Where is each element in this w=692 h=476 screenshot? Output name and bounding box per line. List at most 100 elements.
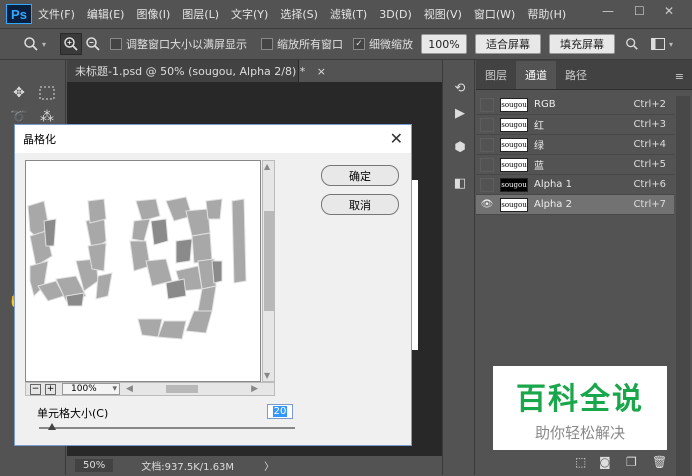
panel-menu-icon[interactable]: ≡ <box>675 70 684 83</box>
zoom-in-icon[interactable] <box>60 33 83 55</box>
visibility-toggle[interactable] <box>480 137 494 152</box>
load-selection-icon[interactable]: ⬚ <box>575 455 586 469</box>
dialog-title: 晶格化 <box>15 125 411 153</box>
channel-row-selected[interactable]: 👁 sougou Alpha 2 Ctrl+7 <box>476 195 674 215</box>
zoom-in-button[interactable]: + <box>45 383 56 395</box>
history-icon[interactable]: ⟲ <box>450 78 470 98</box>
marquee-tool-icon[interactable] <box>36 82 58 104</box>
zoom-select[interactable]: 100% ▾ <box>62 383 120 395</box>
preview-zoom-bar: − + 100% ▾ ◀ ▶ <box>25 382 275 396</box>
channel-row[interactable]: sougou RGB Ctrl+2 <box>476 95 674 115</box>
fill-screen-button[interactable]: 填充屏幕 <box>549 34 616 54</box>
preview-vertical-scrollbar[interactable]: ▲ ▼ <box>262 160 275 382</box>
tab-layers[interactable]: 图层 <box>476 61 516 89</box>
channel-name: RGB <box>534 99 556 110</box>
collapsed-panels-strip: ⟲ ▶ ⬢ ◧ <box>442 60 475 475</box>
channel-row[interactable]: sougou 绿 Ctrl+4 <box>476 135 674 155</box>
crystallize-dialog: 晶格化 ✕ ug ▲ ▼ − + 100% ▾ ◀ ▶ 确定 取消 单元格大小(… <box>14 124 412 446</box>
channel-name: Alpha 2 <box>534 199 572 210</box>
menu-type[interactable]: 文字(Y) <box>231 6 268 22</box>
cancel-button[interactable]: 取消 <box>321 194 399 215</box>
new-channel-icon[interactable]: ❐ <box>626 455 637 469</box>
document-tab-title: 未标题-1.psd @ 50% (sougou, Alpha 2/8) * <box>75 65 306 78</box>
menu-view[interactable]: 视图(V) <box>424 6 462 22</box>
zoom-percent-field[interactable]: 100% <box>421 34 468 54</box>
tab-paths[interactable]: 路径 <box>556 61 596 89</box>
menu-help[interactable]: 帮助(H) <box>527 6 566 22</box>
fit-screen-button[interactable]: 适合屏幕 <box>475 34 542 54</box>
actions-play-icon[interactable]: ▶ <box>450 103 470 123</box>
scroll-left-icon[interactable]: ◀ <box>126 384 133 394</box>
channel-thumbnail: sougou <box>500 117 528 132</box>
cell-size-slider-knob[interactable] <box>48 423 56 430</box>
menu-file[interactable]: 文件(F) <box>38 6 75 22</box>
channel-name: 蓝 <box>534 161 544 172</box>
close-window-button[interactable]: ✕ <box>664 4 674 18</box>
menu-edit[interactable]: 编辑(E) <box>87 6 125 22</box>
chevron-down-icon: ▾ <box>112 384 117 394</box>
close-icon[interactable]: ✕ <box>390 129 403 148</box>
menu-select[interactable]: 选择(S) <box>280 6 318 22</box>
zoom-all-label: 缩放所有窗口 <box>277 38 344 51</box>
visibility-toggle[interactable] <box>480 177 494 192</box>
watermark-logo: 百科全说 助你轻松解决 <box>493 366 667 450</box>
panel-scrollbar[interactable] <box>676 96 690 476</box>
visibility-toggle[interactable] <box>480 97 494 112</box>
zoom-all-checkbox[interactable] <box>261 38 274 50</box>
cell-size-label: 单元格大小(C) <box>37 407 109 420</box>
menu-image[interactable]: 图像(I) <box>136 6 170 22</box>
channel-row[interactable]: sougou 红 Ctrl+3 <box>476 115 674 135</box>
status-bar: 50% 文档:937.5K/1.63M 〉 <box>67 456 442 475</box>
channel-shortcut: Ctrl+2 <box>633 99 666 110</box>
channel-row[interactable]: sougou Alpha 1 Ctrl+6 <box>476 175 674 195</box>
status-zoom[interactable]: 50% <box>75 459 114 472</box>
visibility-toggle[interactable] <box>480 157 494 172</box>
channel-row[interactable]: sougou 蓝 Ctrl+5 <box>476 155 674 175</box>
eye-icon[interactable]: 👁 <box>480 198 494 212</box>
channel-shortcut: Ctrl+3 <box>633 119 666 130</box>
zoom-out-button[interactable]: − <box>30 383 41 395</box>
3d-icon[interactable]: ⬢ <box>450 137 470 157</box>
properties-icon[interactable]: ◧ <box>450 173 470 193</box>
channel-name: Alpha 1 <box>534 179 572 190</box>
channel-thumbnail: sougou <box>500 177 528 192</box>
workspace-icon[interactable] <box>647 33 669 55</box>
ok-button[interactable]: 确定 <box>321 165 399 186</box>
close-tab-icon[interactable]: × <box>317 65 326 78</box>
watermark-subtitle: 助你轻松解决 <box>534 423 625 442</box>
search-icon[interactable] <box>621 33 643 55</box>
maximize-button[interactable]: ☐ <box>634 4 645 18</box>
menu-window[interactable]: 窗口(W) <box>474 6 515 22</box>
menu-bar: Ps 文件(F) 编辑(E) 图像(I) 图层(L) 文字(Y) 选择(S) 滤… <box>0 0 692 28</box>
cell-size-input[interactable]: 20 <box>267 404 293 419</box>
preview-text: ug <box>26 161 28 162</box>
cell-size-slider[interactable] <box>39 427 295 429</box>
document-tab[interactable]: 未标题-1.psd @ 50% (sougou, Alpha 2/8) * × <box>67 60 326 82</box>
channel-shortcut: Ctrl+4 <box>633 139 666 150</box>
watermark-title: 百科全说 <box>516 381 644 417</box>
minimize-button[interactable]: — <box>602 4 614 18</box>
channel-thumbnail: sougou <box>500 97 528 112</box>
channel-shortcut: Ctrl+6 <box>633 179 666 190</box>
move-tool-icon[interactable]: ✥ <box>8 82 30 104</box>
status-menu-arrow[interactable]: 〉 <box>264 458 274 473</box>
channel-shortcut: Ctrl+7 <box>633 199 666 210</box>
visibility-toggle[interactable] <box>480 117 494 132</box>
scrubby-zoom-checkbox[interactable]: ✓ <box>353 38 366 50</box>
save-selection-icon[interactable]: ◙ <box>599 455 611 469</box>
menu-layer[interactable]: 图层(L) <box>182 6 219 22</box>
resize-windows-checkbox[interactable] <box>110 38 123 50</box>
menu-3d[interactable]: 3D(D) <box>379 8 412 21</box>
menu-filter[interactable]: 滤镜(T) <box>330 6 367 22</box>
status-doc-info: 文档:937.5K/1.63M <box>141 462 235 473</box>
channel-name: 红 <box>534 121 544 132</box>
zoom-out-icon[interactable] <box>82 33 104 55</box>
photoshop-logo: Ps <box>6 4 32 24</box>
tab-channels[interactable]: 通道 <box>516 61 556 89</box>
scroll-right-icon[interactable]: ▶ <box>251 384 258 394</box>
zoom-tool-icon[interactable] <box>20 33 42 55</box>
filter-preview[interactable]: ug <box>25 160 261 382</box>
channel-thumbnail: sougou <box>500 197 528 212</box>
preview-horizontal-scroll-thumb[interactable] <box>166 385 198 393</box>
trash-icon[interactable]: 🗑 <box>652 455 667 469</box>
